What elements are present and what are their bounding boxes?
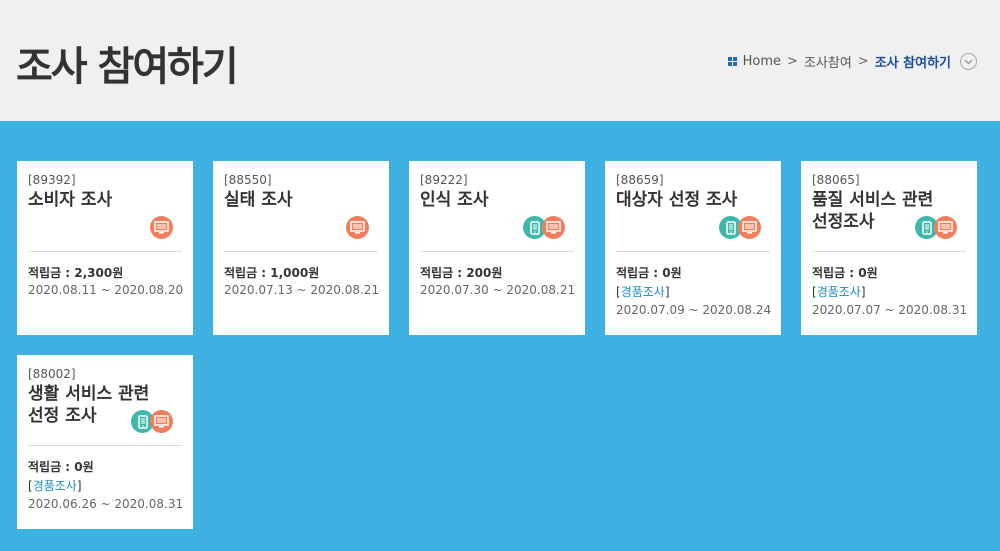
page-header: 조사 참여하기 Home > 조사참여 > 조사 참여하기 xyxy=(0,0,1000,121)
survey-card[interactable]: [88550] 실태 조사적립금 : 1,000원 2020.07.13 ~ 202… xyxy=(213,161,389,335)
survey-dates: 2020.08.11 ~ 2020.08.20 xyxy=(28,283,184,297)
survey-id: [88659] xyxy=(616,173,664,187)
survey-points: 적립금 : 2,300원 xyxy=(28,266,124,280)
survey-card[interactable]: [89222] 인식 조사적립금 : 200원 2020.07.30 ~ 2020.… xyxy=(409,161,585,335)
survey-gift-tag: [경품조사] xyxy=(616,283,670,300)
device-icons xyxy=(915,216,957,239)
gift-survey-link[interactable]: 경품조사 xyxy=(817,285,861,299)
survey-dates: 2020.07.30 ~ 2020.08.21 xyxy=(420,283,576,297)
bracket: ] xyxy=(860,285,866,299)
breadcrumb-separator: > xyxy=(787,54,798,69)
survey-points: 적립금 : 200원 xyxy=(420,266,503,280)
card-divider xyxy=(28,251,182,252)
survey-id: [89392] xyxy=(28,173,76,187)
survey-dates: 2020.07.13 ~ 2020.08.21 xyxy=(224,283,380,297)
survey-points: 적립금 : 0원 xyxy=(28,460,94,474)
gift-survey-link[interactable]: 경품조사 xyxy=(621,285,665,299)
page-title: 조사 참여하기 xyxy=(16,44,239,90)
device-icons xyxy=(346,216,369,239)
card-divider xyxy=(28,445,182,446)
breadcrumb-home-link[interactable]: Home xyxy=(743,54,781,69)
survey-id: [88065] xyxy=(812,173,860,187)
breadcrumb-parent-link[interactable]: 조사참여 xyxy=(804,52,852,71)
survey-title[interactable]: 실태 조사 xyxy=(224,189,354,211)
pc-icon xyxy=(150,410,173,433)
survey-card[interactable]: [88002] 생활 서비스 관련 선정 조사 적립금 : 0원 [경품조사] 2020… xyxy=(17,355,193,529)
gift-survey-link[interactable]: 경품조사 xyxy=(33,479,77,493)
survey-id: [88550] xyxy=(224,173,272,187)
survey-title[interactable]: 인식 조사 xyxy=(420,189,550,211)
card-divider xyxy=(420,251,574,252)
survey-title[interactable]: 소비자 조사 xyxy=(28,189,158,211)
survey-points: 적립금 : 0원 xyxy=(812,266,878,280)
survey-gift-tag: [경품조사] xyxy=(812,283,866,300)
pc-icon xyxy=(934,216,957,239)
pc-icon xyxy=(150,216,173,239)
pc-icon xyxy=(738,216,761,239)
device-icons xyxy=(523,216,565,239)
survey-points: 적립금 : 1,000원 xyxy=(224,266,320,280)
survey-points: 적립금 : 0원 xyxy=(616,266,682,280)
survey-grid: [89392] 소비자 조사적립금 : 2,300원 2020.08.11 ~ 20… xyxy=(0,121,1000,551)
card-divider xyxy=(224,251,378,252)
survey-card[interactable]: [89392] 소비자 조사적립금 : 2,300원 2020.08.11 ~ 20… xyxy=(17,161,193,335)
breadcrumb: Home > 조사참여 > 조사 참여하기 xyxy=(727,52,977,71)
breadcrumb-separator: > xyxy=(857,54,869,69)
survey-dates: 2020.07.09 ~ 2020.08.24 xyxy=(616,303,772,317)
bracket: ] xyxy=(664,285,670,299)
pc-icon xyxy=(542,216,565,239)
survey-dates: 2020.06.26 ~ 2020.08.31 xyxy=(28,497,184,511)
home-grid-icon xyxy=(727,57,737,66)
survey-id: [88002] xyxy=(28,367,76,381)
pc-icon xyxy=(346,216,369,239)
survey-gift-tag: [경품조사] xyxy=(28,477,82,494)
card-divider xyxy=(616,251,770,252)
survey-dates: 2020.07.07 ~ 2020.08.31 xyxy=(812,303,968,317)
device-icons xyxy=(131,410,173,433)
card-divider xyxy=(812,251,966,252)
survey-id: [89222] xyxy=(420,173,468,187)
bracket: ] xyxy=(76,479,82,493)
survey-title[interactable]: 대상자 선정 조사 xyxy=(616,189,746,211)
chevron-down-icon[interactable] xyxy=(960,53,977,70)
device-icons xyxy=(150,216,173,239)
survey-card[interactable]: [88065] 품질 서비스 관련 선정조사 적립금 : 0원 [경품조사] 2020.… xyxy=(801,161,977,335)
device-icons xyxy=(719,216,761,239)
survey-card[interactable]: [88659] 대상자 선정 조사적립금 : 0원 [경품조사] 2020.07.09… xyxy=(605,161,781,335)
breadcrumb-current: 조사 참여하기 xyxy=(874,56,951,71)
